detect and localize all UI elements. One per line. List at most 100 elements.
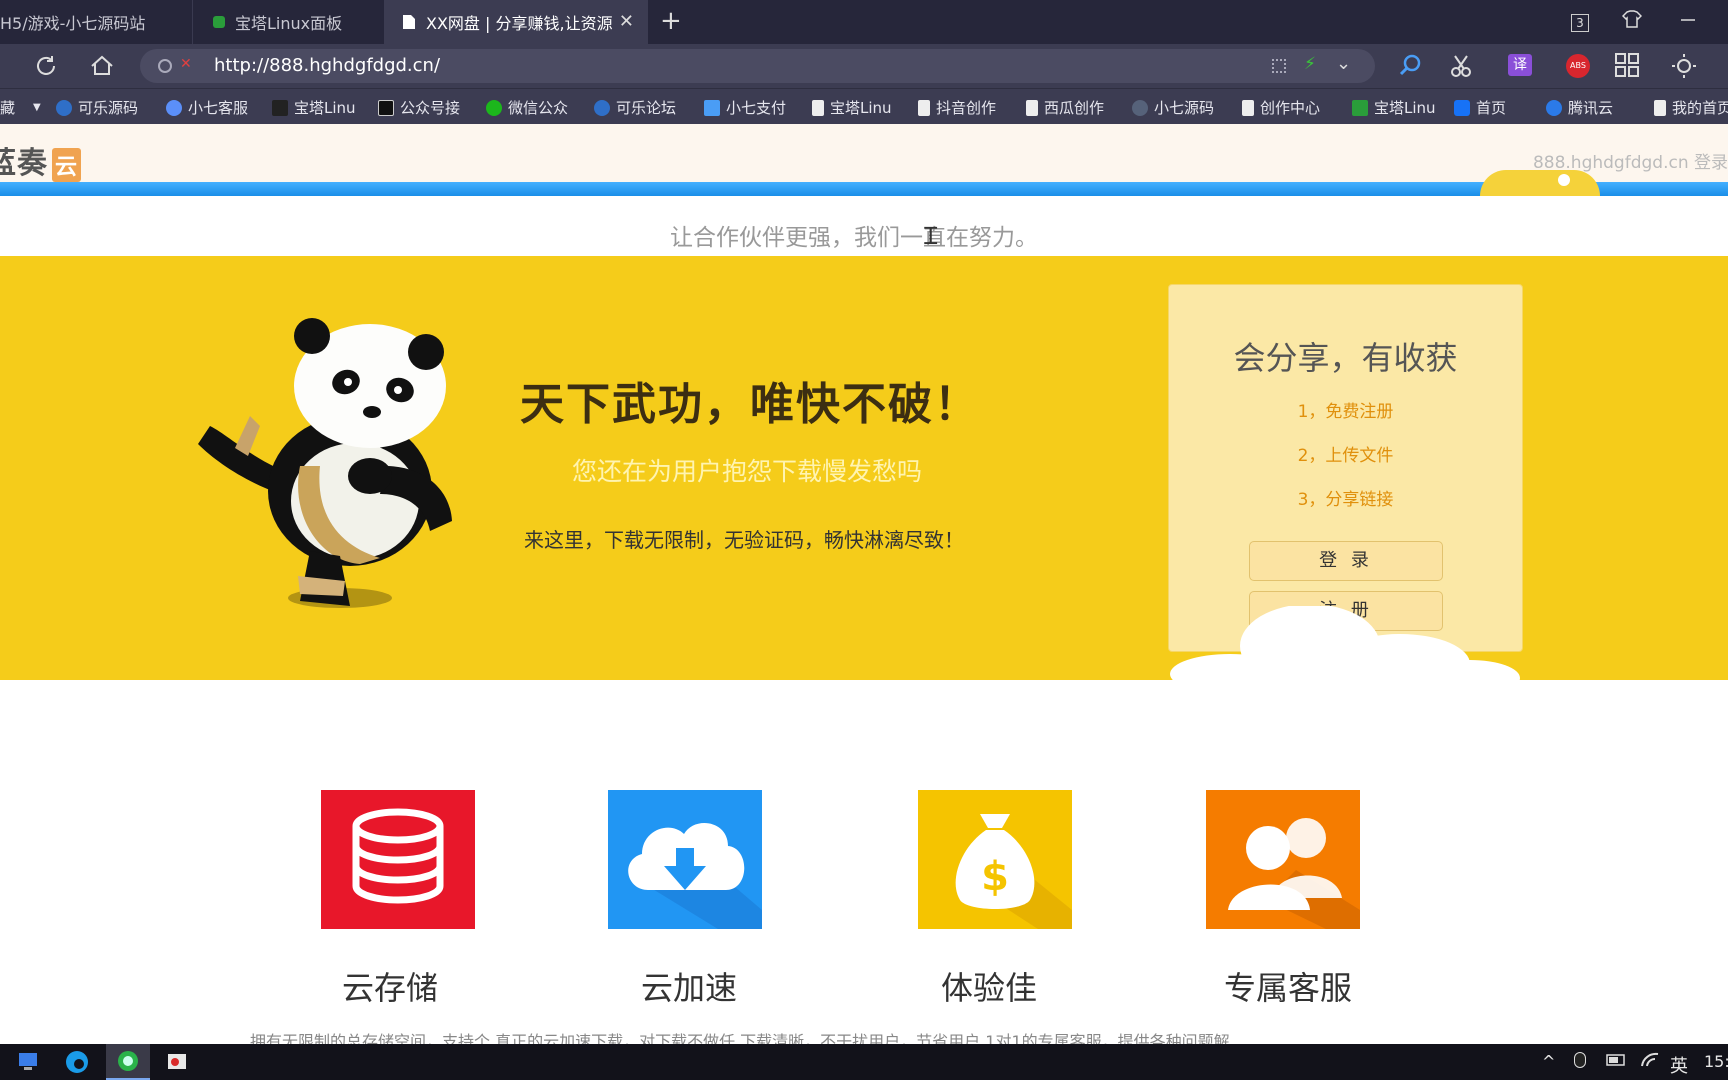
tab-xx-netdisk[interactable]: XX网盘 | 分享赚钱,让资源 ✕ (384, 0, 648, 44)
feature-label-storage: 云存储 (342, 969, 439, 1007)
login-button[interactable]: 登 录 (1249, 541, 1443, 581)
bookmark-item[interactable]: 西瓜创作 (1026, 97, 1104, 118)
hero-description: 来这里，下载无限制，无验证码，畅快淋漓尽致！ (524, 528, 964, 552)
page-icon (402, 14, 416, 30)
page-icon (1242, 99, 1254, 116)
chevron-down-icon[interactable]: ⌄ (1336, 53, 1351, 74)
bookmark-item[interactable]: 可乐论坛 (594, 97, 676, 118)
apps-grid-icon[interactable] (1614, 52, 1642, 80)
os-taskbar: ^ 英 15: (0, 1044, 1728, 1080)
kungfu-panda-illustration (198, 318, 452, 608)
bookmark-item[interactable]: 小七源码 (1132, 97, 1214, 118)
wechat-icon (486, 99, 502, 116)
page-icon (1026, 99, 1038, 116)
bookmark-item[interactable]: 宝塔Linu (812, 97, 892, 118)
insecure-icon[interactable]: ✕ (180, 56, 192, 72)
bookmark-item[interactable]: 宝塔Linu (272, 97, 356, 118)
chevron-down-icon: ▼ (33, 102, 41, 113)
cloud-download-icon (608, 790, 762, 929)
share-panel-title: 会分享，有收获 (1233, 339, 1458, 377)
page-icon (1654, 99, 1666, 116)
bookmark-item[interactable]: 腾讯云 (1546, 97, 1613, 118)
wordpress-icon (594, 99, 610, 116)
bookmark-item[interactable]: 宝塔Linu (1352, 97, 1436, 118)
money-bag-icon: $ (918, 790, 1072, 929)
pay-icon (704, 99, 720, 116)
bookmark-item[interactable]: 可乐源码 (56, 97, 138, 118)
tab-title: XX网盘 | 分享赚钱,让资源 (426, 14, 613, 33)
tab-baota-panel[interactable]: 宝塔Linux面板 (192, 0, 382, 44)
wordpress-icon (1132, 99, 1148, 116)
svg-text:$: $ (981, 854, 1009, 900)
baota-icon (1352, 99, 1368, 116)
skin-icon[interactable] (1621, 10, 1643, 32)
translate-icon[interactable]: 译 (1508, 54, 1532, 76)
bookmark-item[interactable]: 公众号接 (378, 97, 460, 118)
bookmark-favorites[interactable]: 藏 ▼ (0, 97, 41, 118)
home-icon[interactable] (88, 52, 116, 80)
tencent-cloud-icon (1546, 99, 1562, 116)
step-upload: 2，上传文件 (1297, 446, 1394, 466)
hero-title: 天下武功，唯快不破！ (520, 379, 980, 430)
computer-icon[interactable] (16, 1050, 42, 1074)
tab-count-badge[interactable]: 3 (1571, 12, 1589, 32)
recorder-icon[interactable] (164, 1050, 190, 1074)
bookmark-item[interactable]: 我的首页 (1654, 97, 1728, 118)
browser-toolbar: ✕ http://888.hghdgfdgd.cn/ ⚡ ⌄ 译 ABS (0, 44, 1728, 88)
minimize-icon[interactable] (1680, 10, 1696, 30)
database-icon (321, 790, 475, 929)
site-logo[interactable]: 蓝奏云 (0, 138, 82, 182)
baota-icon (213, 16, 225, 28)
feature-label-service: 专属客服 (1224, 969, 1353, 1007)
tagline: 让合作伙伴更强，我们一直在努力。 (670, 225, 1038, 251)
site-security-icon[interactable] (158, 59, 172, 73)
users-icon (1206, 790, 1360, 929)
battery-icon[interactable] (1606, 1052, 1628, 1072)
speed-mode-icon[interactable]: ⚡ (1304, 54, 1316, 74)
scissors-icon[interactable] (1448, 52, 1476, 80)
tab-h5-games[interactable]: H5/游戏-小七源码站 (0, 0, 190, 44)
feature-label-experience: 体验佳 (941, 969, 1038, 1007)
browser-tab-bar: H5/游戏-小七源码站 宝塔Linux面板 XX网盘 | 分享赚钱,让资源 ✕ … (0, 0, 1728, 44)
text-cursor-icon: Ɪ (924, 222, 938, 250)
cloud-decoration (1170, 606, 1520, 686)
qq-icon[interactable] (1574, 1052, 1586, 1072)
hero-subtitle: 您还在为用户抱怨下载慢发愁吗 (572, 457, 923, 486)
tab-title: H5/游戏-小七源码站 (0, 14, 146, 33)
page-icon (812, 99, 824, 116)
step-register: 1，免费注册 (1297, 402, 1394, 422)
tab-title: 宝塔Linux面板 (235, 14, 343, 33)
bookmarks-bar: 藏 ▼ 可乐源码 小七客服 宝塔Linu 公众号接 微信公众 可乐论坛 小七支付 … (0, 88, 1728, 124)
bookmark-item[interactable]: 创作中心 (1242, 97, 1320, 118)
browser-taskbar-button[interactable] (106, 1044, 150, 1080)
chevron-up-icon[interactable]: ^ (1542, 1052, 1555, 1071)
headset-icon (166, 99, 182, 116)
brightness-icon[interactable] (1670, 52, 1698, 80)
adblock-icon[interactable]: ABS (1566, 54, 1590, 78)
close-tab-icon[interactable]: ✕ (619, 11, 634, 32)
ime-indicator[interactable]: 英 (1670, 1052, 1688, 1078)
page-icon (918, 99, 930, 116)
step-share: 3，分享链接 (1297, 490, 1394, 510)
clock[interactable]: 15: (1704, 1052, 1728, 1071)
new-tab-button[interactable]: + (660, 6, 682, 36)
bookmark-item[interactable]: 微信公众 (486, 97, 568, 118)
address-bar[interactable]: ✕ http://888.hghdgfdgd.cn/ ⚡ ⌄ (140, 49, 1375, 83)
qr-code-icon[interactable] (1272, 59, 1286, 73)
edge-browser-icon[interactable] (64, 1050, 90, 1074)
site-header: 蓝奏云 888.hghdgfdgd.cn 登录 (0, 124, 1728, 182)
triangle-icon (378, 99, 394, 116)
bt-icon (272, 99, 288, 116)
feature-label-accelerate: 云加速 (641, 969, 738, 1007)
hero-banner: 天下武功，唯快不破！ 您还在为用户抱怨下载慢发愁吗 来这里，下载无限制，无验证码… (0, 256, 1728, 686)
header-blue-bar (0, 182, 1728, 196)
wifi-icon[interactable] (1640, 1052, 1660, 1072)
url-text[interactable]: http://888.hghdgfdgd.cn/ (214, 55, 440, 76)
bookmark-item[interactable]: 小七客服 (166, 97, 248, 118)
search-icon[interactable] (1398, 52, 1426, 80)
reload-icon[interactable] (32, 52, 60, 80)
bookmark-item[interactable]: 小七支付 (704, 97, 786, 118)
bookmark-item[interactable]: 抖音创作 (918, 97, 996, 118)
zhihu-icon (1454, 99, 1470, 116)
bookmark-item[interactable]: 首页 (1454, 97, 1506, 118)
